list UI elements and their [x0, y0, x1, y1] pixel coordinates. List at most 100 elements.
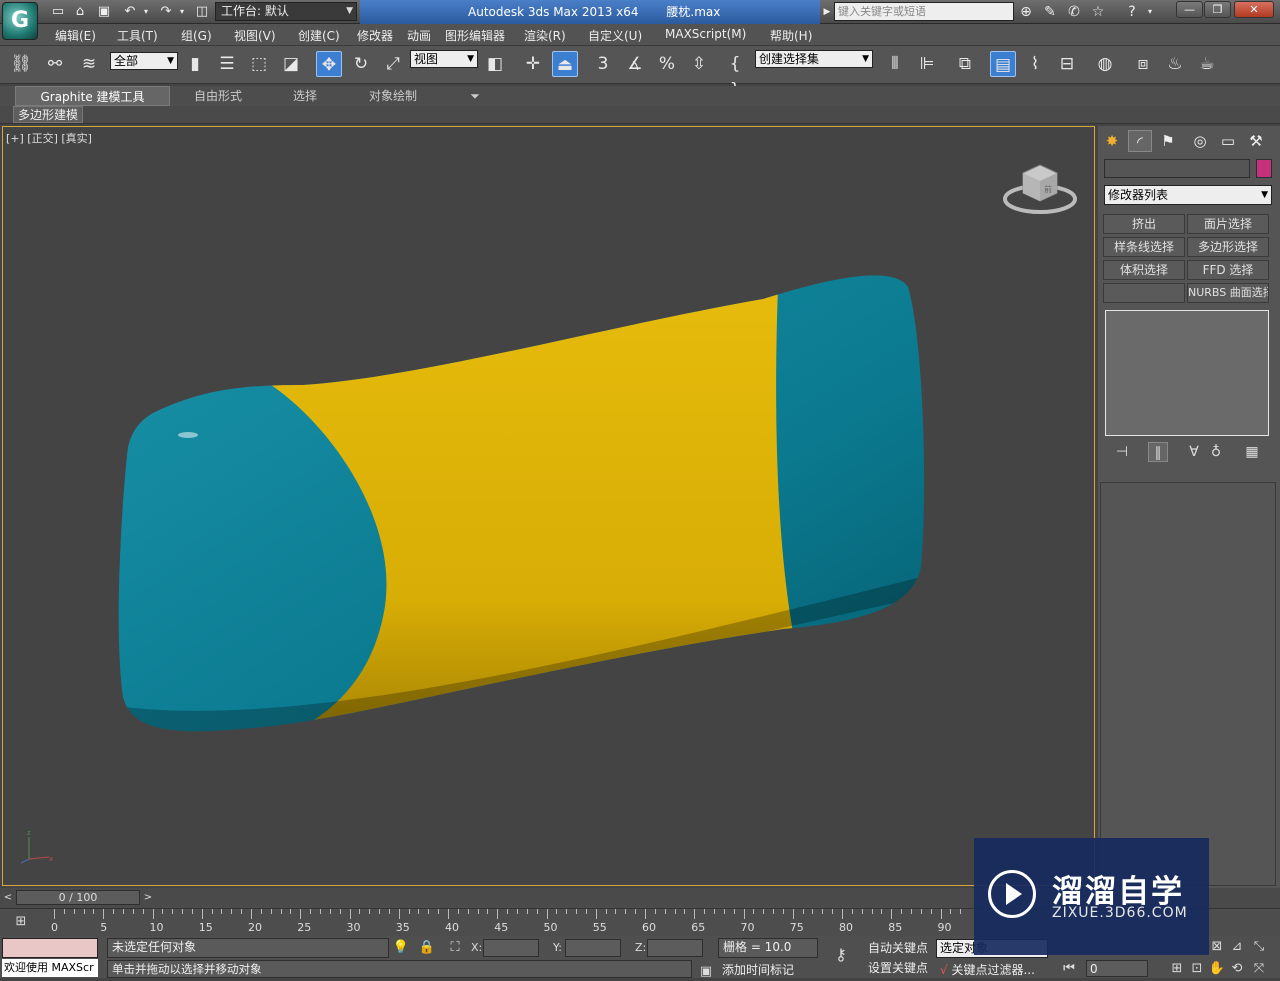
redo-dropdown-icon[interactable]: ▾ — [176, 3, 188, 21]
pan-view-icon[interactable]: ✋ — [1208, 960, 1226, 978]
set-key-button[interactable]: 设置关键点 — [868, 958, 928, 978]
layer-manager-icon[interactable]: ⧉ — [952, 51, 978, 77]
object-color-swatch[interactable] — [1256, 159, 1272, 178]
select-by-name-icon[interactable]: ☰ — [214, 51, 240, 77]
mini-curve-editor-icon[interactable]: ⊞ — [12, 913, 30, 931]
select-and-link-icon[interactable]: ⛓ — [8, 51, 34, 77]
add-time-tag-icon[interactable]: ▣ — [697, 963, 715, 981]
maximize-button[interactable]: ❐ — [1204, 1, 1231, 18]
window-crossing-icon[interactable]: ◪ — [278, 51, 304, 77]
menu-modifiers[interactable]: 修改器 — [357, 27, 393, 44]
tab-object-paint[interactable]: 对象绘制 — [352, 86, 434, 106]
modifier-list-dropdown[interactable]: 修改器列表 ▼ — [1104, 185, 1272, 205]
percent-snap-icon[interactable]: % — [654, 51, 680, 77]
hierarchy-tab-icon[interactable]: ⚑ — [1156, 130, 1180, 152]
redo-icon[interactable]: ↷ — [156, 3, 176, 21]
select-and-scale-icon[interactable]: ⤢ — [380, 51, 406, 77]
zoom-region-icon[interactable]: ⊡ — [1188, 960, 1206, 978]
infocenter-search-input[interactable]: 键入关键字或短语 — [834, 2, 1014, 21]
schematic-view-icon[interactable]: ⊟ — [1054, 51, 1080, 77]
new-file-icon[interactable]: ▭ — [48, 3, 68, 21]
empty-modifier-button[interactable] — [1103, 283, 1185, 303]
spline-select-button[interactable]: 样条线选择 — [1103, 237, 1185, 257]
current-frame-input[interactable]: 0 — [1086, 960, 1148, 977]
project-folder-icon[interactable]: ◫ — [192, 3, 212, 21]
mirror-icon[interactable]: ⫴ — [882, 51, 908, 77]
tab-graphite-modeling-tools[interactable]: Graphite 建模工具 — [15, 86, 170, 106]
close-button[interactable]: ✕ — [1234, 1, 1274, 18]
create-tab-icon[interactable]: ✸ — [1100, 130, 1124, 152]
menu-graph-editors[interactable]: 图形编辑器 — [445, 27, 505, 44]
zoom-extents-icon[interactable]: ⊞ — [1168, 960, 1186, 978]
menu-help[interactable]: 帮助(H) — [770, 27, 812, 44]
modifier-stack-view[interactable] — [1105, 310, 1269, 436]
menu-maxscript[interactable]: MAXScript(M) — [665, 27, 746, 41]
selection-lock-icon[interactable]: 🔒 — [418, 939, 436, 957]
menu-create[interactable]: 创建(C) — [298, 27, 340, 44]
undo-dropdown-icon[interactable]: ▾ — [140, 3, 152, 21]
ribbon-options-icon[interactable]: ⏷ — [460, 86, 490, 106]
ffd-select-button[interactable]: FFD 选择 — [1187, 260, 1269, 280]
pin-stack-icon[interactable]: ⊣ — [1112, 442, 1132, 462]
menu-edit[interactable]: 编辑(E) — [55, 27, 96, 44]
open-file-icon[interactable]: ⌂ — [70, 3, 90, 21]
polygon-modeling-panel[interactable]: 多边形建模 — [13, 106, 84, 123]
pivot-center-icon[interactable]: ◧ — [482, 51, 508, 77]
material-editor-icon[interactable]: ◍ — [1092, 51, 1118, 77]
previous-frame-arrow-icon[interactable]: < — [2, 890, 14, 905]
snaps-toggle-icon[interactable]: 3 — [590, 51, 616, 77]
select-and-rotate-icon[interactable]: ↻ — [348, 51, 374, 77]
align-icon[interactable]: ⊫ — [914, 51, 940, 77]
patch-select-button[interactable]: 面片选择 — [1187, 214, 1269, 234]
add-time-tag-label[interactable]: 添加时间标记 — [722, 960, 794, 980]
viewcube[interactable]: 前 — [1003, 159, 1077, 215]
menu-tools[interactable]: 工具(T) — [117, 27, 158, 44]
help-dropdown-icon[interactable]: ▾ — [1144, 3, 1156, 21]
nurbs-surface-select-button[interactable]: NURBS 曲面选择 — [1187, 283, 1269, 303]
minimize-button[interactable]: — — [1176, 1, 1203, 18]
app-menu-icon[interactable]: G — [2, 2, 38, 40]
next-frame-arrow-icon[interactable]: > — [142, 890, 154, 905]
y-coordinate-input[interactable] — [565, 939, 621, 957]
unlink-icon[interactable]: ⚯ — [42, 51, 68, 77]
keyboard-shortcut-override-icon[interactable]: ⏏ — [552, 51, 578, 77]
help-icon[interactable]: ? — [1122, 3, 1142, 21]
go-to-start-icon[interactable]: ⏮ — [1060, 960, 1078, 978]
menu-animation[interactable]: 动画 — [407, 27, 431, 44]
pillow-model[interactable] — [3, 127, 1095, 886]
reference-coordinate-dropdown[interactable]: 视图 ▼ — [410, 50, 478, 68]
modify-tab-icon[interactable]: ◜ — [1128, 130, 1152, 152]
isolate-selection-icon[interactable]: 💡 — [392, 939, 410, 957]
spinner-snap-icon[interactable]: ⇳ — [686, 51, 712, 77]
edit-named-selection-icon[interactable]: { } — [722, 51, 748, 100]
graphite-modeling-toggle-icon[interactable]: ▤ — [990, 51, 1016, 77]
favorites-star-icon[interactable]: ☆ — [1088, 3, 1108, 21]
set-key-icon[interactable]: ⚷ — [832, 946, 850, 964]
save-file-icon[interactable]: ▣ — [94, 3, 114, 21]
remove-modifier-icon[interactable]: ♁ — [1206, 442, 1226, 462]
maxscript-welcome-text[interactable]: 欢迎使用 MAXScr — [2, 959, 98, 977]
key-filters-button[interactable]: √ 关键点过滤器... — [940, 960, 1035, 980]
field-of-view-icon[interactable]: ⊿ — [1228, 938, 1246, 956]
utilities-tab-icon[interactable]: ⚒ — [1244, 130, 1268, 152]
configure-modifier-sets-icon[interactable]: ▦ — [1242, 442, 1262, 462]
menu-group[interactable]: 组(G) — [181, 27, 212, 44]
named-selection-sets-dropdown[interactable]: 创建选择集 ▼ — [755, 50, 873, 68]
binoculars-icon[interactable]: ⊕ — [1016, 3, 1036, 21]
zoom-all-icon[interactable]: ⊠ — [1208, 938, 1226, 956]
extrude-button[interactable]: 挤出 — [1103, 214, 1185, 234]
menu-views[interactable]: 视图(V) — [234, 27, 276, 44]
walkthrough-icon[interactable]: ⤧ — [1250, 960, 1268, 978]
select-object-icon[interactable]: ▮ — [182, 51, 208, 77]
show-end-result-icon[interactable]: ∥ — [1148, 442, 1168, 462]
tab-freeform[interactable]: 自由形式 — [178, 86, 258, 106]
selection-filter-dropdown[interactable]: 全部 ▼ — [110, 52, 178, 70]
menu-customize[interactable]: 自定义(U) — [588, 27, 642, 44]
tab-selection[interactable]: 选择 — [268, 86, 342, 106]
select-manipulate-icon[interactable]: ✛ — [520, 51, 546, 77]
search-expand-icon[interactable]: ▶ — [822, 3, 832, 21]
curve-editor-icon[interactable]: ⌇ — [1022, 51, 1048, 77]
render-setup-icon[interactable]: ⧈ — [1130, 51, 1156, 77]
make-unique-icon[interactable]: ∀ — [1184, 442, 1204, 462]
motion-tab-icon[interactable]: ◎ — [1188, 130, 1212, 152]
